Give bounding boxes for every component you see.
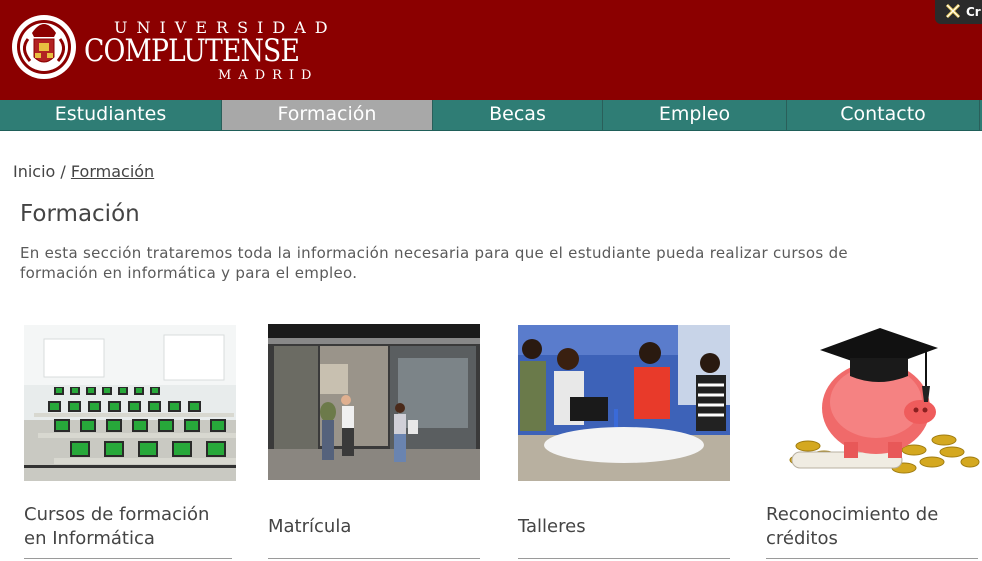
nav-item-contacto[interactable]: Contacto: [787, 100, 980, 130]
card-title-matricula[interactable]: Matrícula: [268, 515, 480, 539]
breadcrumb-current[interactable]: Formación: [71, 162, 154, 181]
card-divider: [24, 558, 232, 559]
workshop-students-image[interactable]: [518, 325, 730, 481]
site-header: UNIVERSIDAD COMPLUTENSE MADRID Cr: [0, 0, 982, 100]
card-title-reconocimiento[interactable]: Reconocimiento de créditos: [766, 503, 976, 551]
create-site-chip[interactable]: Cr: [935, 0, 982, 24]
piggy-bank-graduation-image[interactable]: [784, 322, 980, 484]
page-title: Formación: [20, 201, 140, 227]
card-title-talleres[interactable]: Talleres: [518, 515, 730, 539]
card-divider: [518, 558, 730, 559]
breadcrumb-home[interactable]: Inicio: [13, 162, 55, 181]
brand-line-3: MADRID: [218, 68, 319, 83]
chip-label: Cr: [966, 5, 981, 19]
page-description: En esta sección trataremos toda la infor…: [20, 244, 848, 282]
enrollment-office-image[interactable]: [268, 324, 480, 480]
nav-item-formacion[interactable]: Formación: [222, 100, 433, 130]
nav-item-estudiantes[interactable]: Estudiantes: [0, 100, 222, 130]
card-divider: [268, 558, 480, 559]
brand-line-2: COMPLUTENSE: [84, 33, 300, 69]
breadcrumb-separator: /: [55, 162, 71, 181]
main-nav: Estudiantes Formación Becas Empleo Conta…: [0, 100, 982, 131]
create-icon: [945, 3, 961, 19]
breadcrumb: Inicio / Formación: [13, 162, 154, 181]
card-title-cursos[interactable]: Cursos de formación en Informática: [24, 503, 236, 551]
university-seal-logo[interactable]: [10, 9, 78, 85]
card-divider: [766, 558, 978, 559]
nav-item-empleo[interactable]: Empleo: [603, 100, 787, 130]
nav-item-becas[interactable]: Becas: [433, 100, 603, 130]
computer-lab-image[interactable]: [24, 325, 236, 481]
